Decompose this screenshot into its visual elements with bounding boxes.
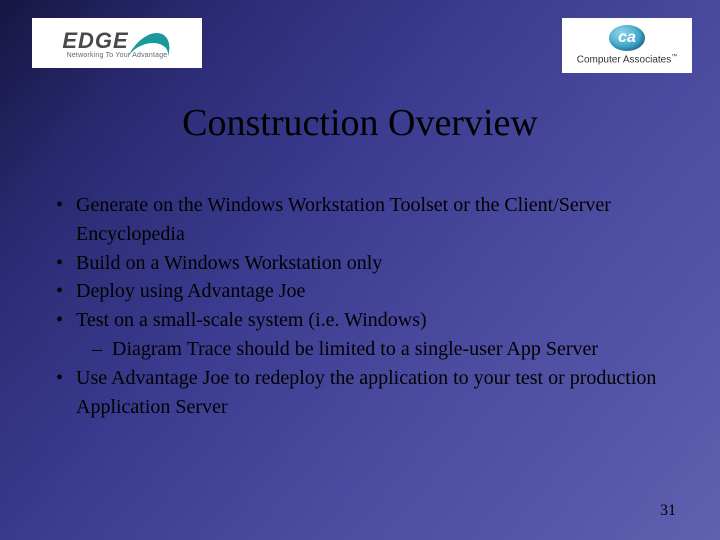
page-number: 31 bbox=[660, 502, 676, 520]
bullet-item: Generate on the Windows Workstation Tool… bbox=[50, 191, 672, 249]
ca-mark: ca bbox=[618, 29, 636, 47]
bullet-item: Deploy using Advantage Joe bbox=[50, 277, 672, 306]
bullet-item: Test on a small-scale system (i.e. Windo… bbox=[50, 306, 672, 364]
slide-title: Construction Overview bbox=[0, 101, 720, 145]
swoosh-icon bbox=[132, 29, 172, 53]
edge-logo: EDGE Networking To Your Advantage bbox=[32, 18, 202, 68]
sub-bullet-item: Diagram Trace should be limited to a sin… bbox=[88, 335, 672, 364]
ca-oval-icon: ca bbox=[609, 25, 645, 51]
edge-logo-text: EDGE bbox=[62, 28, 128, 54]
ca-logo-label: Computer Associates™ bbox=[577, 54, 678, 65]
logo-bar: EDGE Networking To Your Advantage ca Com… bbox=[0, 0, 720, 73]
bullet-item: Use Advantage Joe to redeploy the applic… bbox=[50, 364, 672, 422]
slide-body: Generate on the Windows Workstation Tool… bbox=[50, 191, 672, 421]
ca-logo: ca Computer Associates™ bbox=[562, 18, 692, 73]
bullet-item: Build on a Windows Workstation only bbox=[50, 249, 672, 278]
